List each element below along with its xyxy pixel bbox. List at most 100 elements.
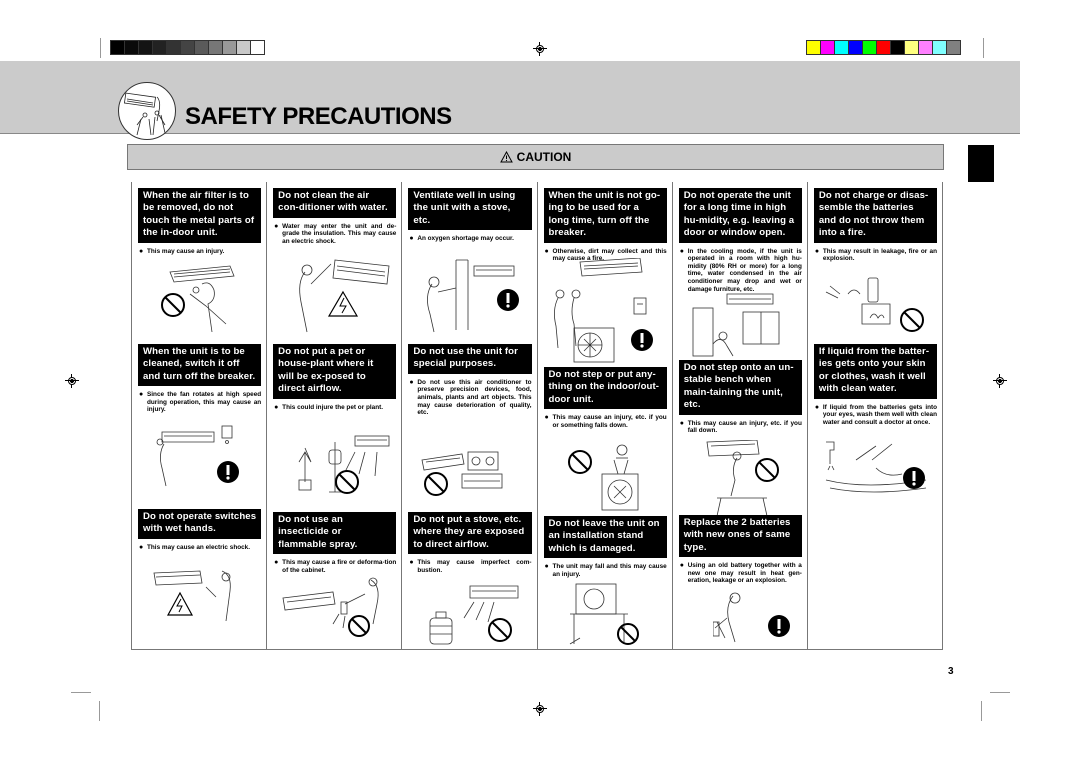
illustration-unstable-bench (687, 440, 797, 520)
precaution-item: Do not operate the unit for a long time … (678, 188, 802, 293)
precaution-item: Do not step onto an un-stable bench when… (678, 360, 802, 435)
precaution-item: Do not leave the unit on an installation… (543, 516, 667, 578)
precaution-note: ● This may cause an electric shock. (139, 543, 251, 551)
illustration-breaker (544, 258, 664, 368)
illustration-batteries (712, 592, 803, 648)
process-color-swatch (905, 41, 919, 54)
precaution-note: ● This could injure the pet or plant. (274, 403, 384, 411)
mandatory-icon (216, 460, 240, 484)
precaution-item: Do not use the unit for special purposes… (408, 344, 532, 417)
column-1: When the air filter is to be removed, do… (132, 182, 268, 649)
grayscale-swatch (139, 41, 153, 54)
precaution-note: ● Water may enter the unit and de-grade t… (274, 222, 397, 245)
registration-mark-top-icon (533, 42, 547, 56)
precaution-item: Do not operate switches with wet hands. … (138, 509, 262, 551)
illustration-battery-fire (818, 274, 938, 344)
crop-mark-top-left-v (100, 38, 101, 58)
precaution-item: When the air filter is to be removed, do… (138, 188, 262, 255)
precaution-item: Do not step or put any-thing on the indo… (543, 367, 667, 429)
prohibited-icon (160, 292, 186, 318)
registration-mark-left-icon (65, 374, 79, 388)
precaution-note: ● Using an old battery together with a ne… (679, 562, 802, 585)
precaution-note: ● An oxygen shortage may occur. (409, 235, 514, 243)
registration-mark-bottom-icon (533, 702, 547, 716)
illustration-ventilation (412, 254, 527, 334)
grayscale-swatch (195, 41, 209, 54)
illustration-wet-hands (150, 567, 250, 642)
precaution-item: If liquid from the batter-ies gets onto … (813, 344, 938, 426)
caution-label: CAUTION (516, 150, 572, 164)
column-3: Ventilate well in using the unit with a … (402, 182, 538, 652)
precautions-grid: When the air filter is to be removed, do… (131, 182, 944, 652)
crop-mark-bottom-left-h (71, 692, 91, 693)
precaution-heading: Replace the 2 batteries with new ones of… (678, 515, 802, 558)
precaution-heading: Do not operate switches with wet hands. (138, 509, 262, 539)
page-number: 3 (948, 666, 954, 677)
process-color-swatch (821, 41, 835, 54)
precaution-item: Do not use an insecticide or flammable s… (273, 512, 397, 574)
registration-mark-right-icon (993, 374, 1007, 388)
grayscale-swatch (181, 41, 195, 54)
precaution-item: Replace the 2 batteries with new ones of… (678, 515, 802, 585)
illustration-water-cleaning (285, 254, 395, 334)
illustration-wash-hands (816, 440, 936, 500)
precaution-heading: Do not put a stove, etc. where they are … (408, 512, 532, 555)
grayscale-swatch (209, 41, 223, 54)
grayscale-swatch (251, 41, 264, 54)
precaution-item: Do not put a pet or house-plant where it… (273, 344, 397, 411)
precaution-heading: Do not use the unit for special purposes… (408, 344, 532, 374)
precaution-item: Do not put a stove, etc. where they are … (408, 512, 532, 574)
precaution-item: Do not charge or disas-semble the batter… (813, 188, 938, 263)
precaution-heading: Do not operate the unit for a long time … (678, 188, 802, 243)
grayscale-color-bar (110, 40, 265, 55)
warning-triangle-icon (499, 151, 513, 163)
precaution-item: When the unit is not go-ing to be used f… (543, 188, 667, 263)
illustration-damaged-stand (556, 580, 656, 650)
process-color-swatch (933, 41, 947, 54)
column-6: Do not charge or disas-semble the batter… (808, 182, 944, 649)
precaution-item: When the unit is to be cleaned, switch i… (138, 344, 262, 414)
grayscale-swatch (153, 41, 167, 54)
precaution-item: Ventilate well in using the unit with a … (408, 188, 532, 243)
precaution-heading: When the unit is not go-ing to be used f… (543, 188, 667, 243)
illustration-special-purposes (412, 434, 527, 504)
process-color-swatch (919, 41, 933, 54)
process-color-swatch (877, 41, 891, 54)
illustration-pet-plant (285, 422, 395, 502)
precaution-note: ● Since the fan rotates at high speed dur… (139, 391, 262, 414)
grayscale-swatch (237, 41, 251, 54)
process-color-swatch (835, 41, 849, 54)
precaution-heading: Do not charge or disas-semble the batter… (813, 188, 938, 243)
crop-mark-bottom-right-h (990, 692, 1010, 693)
section-tab-marker (968, 145, 994, 182)
precaution-heading: Do not use an insecticide or flammable s… (273, 512, 397, 555)
precaution-heading: Ventilate well in using the unit with a … (408, 188, 532, 231)
process-color-swatch (891, 41, 905, 54)
precaution-note: ● This may result in leakage, fire or an … (814, 247, 938, 263)
precaution-note: ● This may cause an injury, etc. if you f… (679, 419, 802, 435)
grayscale-swatch (111, 41, 125, 54)
column-5: Do not operate the unit for a long time … (673, 182, 808, 649)
precaution-heading: Do not put a pet or house-plant where it… (273, 344, 397, 399)
precaution-heading: Do not step or put any-thing on the indo… (543, 367, 667, 410)
precaution-heading: If liquid from the batter-ies gets onto … (813, 344, 938, 399)
process-color-swatch (849, 41, 863, 54)
illustration-stove-airflow (414, 582, 529, 652)
precaution-note: ● This may cause imperfect com-bustion. (409, 559, 532, 574)
caution-banner: CAUTION (127, 144, 944, 170)
precaution-heading: When the air filter is to be removed, do… (138, 188, 262, 243)
precaution-note: ● If liquid from the batteries gets into … (814, 403, 938, 426)
illustration-spray (279, 574, 394, 644)
grayscale-swatch (167, 41, 181, 54)
precaution-note: ● This may cause an injury, etc. if you o… (544, 414, 667, 429)
precaution-heading: Do not clean the air con-ditioner with w… (273, 188, 397, 218)
precaution-note: ● Do not use this air conditioner to pres… (409, 378, 532, 417)
column-4: When the unit is not go-ing to be used f… (538, 182, 673, 649)
crop-mark-top-right-v (983, 38, 984, 58)
precaution-note: ● The unit may fall and this may cause an… (544, 563, 667, 578)
column-2: Do not clean the air con-ditioner with w… (267, 182, 403, 649)
grayscale-swatch (223, 41, 237, 54)
process-color-swatch (947, 41, 960, 54)
precaution-item: Do not clean the air con-ditioner with w… (273, 188, 397, 246)
process-color-swatch (863, 41, 877, 54)
